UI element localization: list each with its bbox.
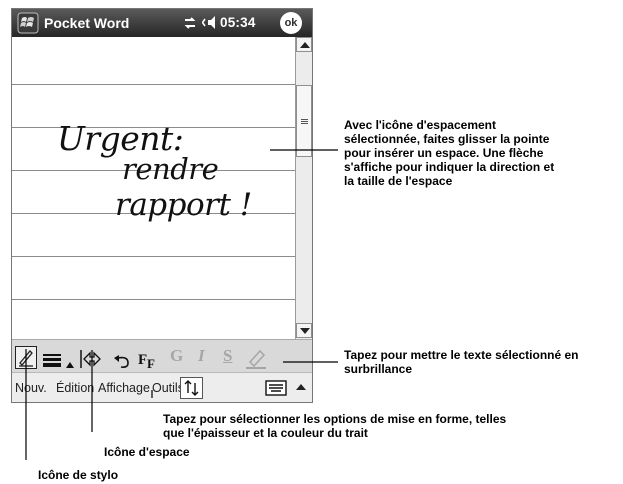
handwriting-line: rapport ! [115,187,252,223]
menu-bar: Nouv. Édition Affichage Outils [12,372,312,402]
pen-toolbar: F F G I S [12,339,312,372]
clock[interactable]: 05:34 [220,15,256,30]
callout-space-icon: Icône d'espace [104,445,190,459]
formatting-lines-icon[interactable] [42,348,62,374]
writing-area[interactable]: Urgent: rendre rapport ! [12,37,295,339]
callout-highlight: Tapez pour mettre le texte sélectionné e… [344,348,579,376]
callout-pen-icon: Icône de stylo [38,468,119,482]
menu-new[interactable]: Nouv. [15,381,47,395]
app-title: Pocket Word [44,15,130,31]
input-mode-icon [184,380,199,396]
input-menu-arrow-icon[interactable] [296,384,306,390]
speaker-icon[interactable] [202,14,220,31]
font-format-icon[interactable]: F F [138,347,160,373]
pocket-word-screen: Pocket Word 05:34 ok Urgent: rendre rapp… [11,8,313,403]
scroll-down-button[interactable] [296,323,312,338]
scroll-up-button[interactable] [296,37,312,52]
bold-icon[interactable]: G [170,346,183,366]
keyboard-icon[interactable] [265,379,289,397]
vertical-scrollbar[interactable] [295,37,312,339]
scroll-thumb[interactable] [296,85,312,157]
title-bar: Pocket Word 05:34 ok [12,9,312,37]
space-icon[interactable] [78,346,104,372]
pen-icon [19,350,33,367]
svg-text:F: F [147,356,155,371]
pen-button[interactable] [15,346,37,369]
highlight-icon[interactable] [244,346,268,372]
svg-text:F: F [138,352,147,368]
callout-formatting: Tapez pour sélectionner les options de m… [163,412,507,440]
callout-space-arrow: Avec l'icône d'espacement sélectionnée, … [344,118,555,188]
handwriting-line: rendre [122,152,219,186]
underline-icon[interactable]: S [223,346,232,366]
windows-start-icon[interactable] [17,12,39,34]
menu-edit[interactable]: Édition [56,381,94,395]
handwriting-ink: Urgent: rendre rapport ! [12,37,295,339]
up-arrow-icon [300,42,310,48]
ok-button[interactable]: ok [280,12,302,34]
down-arrow-icon [300,328,310,334]
input-mode-button[interactable] [180,377,203,399]
italic-icon[interactable]: I [198,346,205,366]
connectivity-icon[interactable] [182,15,198,31]
menu-view[interactable]: Affichage [98,381,150,395]
